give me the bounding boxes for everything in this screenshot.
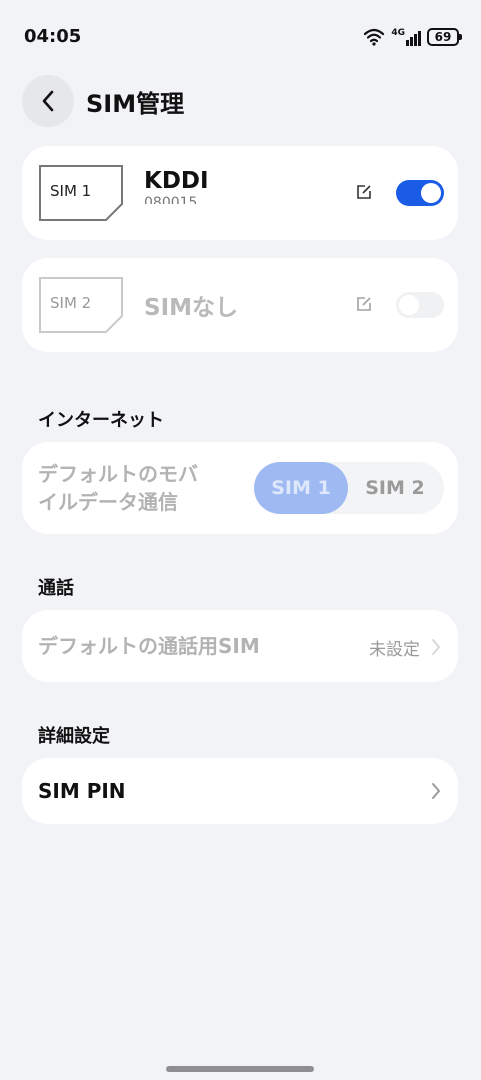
internet-section-title: インターネット bbox=[38, 410, 164, 431]
data-sim-selector: SIM 1 SIM 2 bbox=[254, 462, 444, 514]
default-data-label-line1: デフォルトのモバ bbox=[38, 462, 198, 486]
default-call-sim-label: デフォルトの通話用SIM bbox=[38, 634, 260, 658]
sim2-toggle bbox=[396, 292, 444, 318]
sim1-phone-number: 080015 bbox=[144, 196, 198, 204]
battery-level: 69 bbox=[434, 30, 452, 44]
sim1-card[interactable]: SIM 1 KDDI 080015 bbox=[22, 146, 458, 240]
data-sim2-option: SIM 2 bbox=[365, 477, 425, 499]
sim-pin-row[interactable]: SIM PIN bbox=[22, 758, 458, 824]
network-type-label: 4G bbox=[391, 28, 405, 38]
status-bar: 04:05 4G 69 bbox=[0, 0, 481, 70]
sim2-carrier-name: SIMなし bbox=[144, 295, 239, 321]
sim2-card-icon: SIM 2 bbox=[38, 276, 124, 334]
default-call-sim-value: 未設定 bbox=[369, 640, 420, 660]
sim1-slot-label: SIM 1 bbox=[50, 182, 92, 200]
sim2-card[interactable]: SIM 2 SIMなし bbox=[22, 258, 458, 352]
default-data-row: デフォルトのモバ イルデータ通信 SIM 1 SIM 2 bbox=[22, 442, 458, 534]
chevron-right-icon bbox=[432, 783, 440, 799]
sim1-card-icon: SIM 1 bbox=[38, 164, 124, 222]
page-title: SIM管理 bbox=[86, 89, 185, 118]
signal-icon: 4G bbox=[391, 28, 421, 46]
default-call-sim-row: デフォルトの通話用SIM 未設定 bbox=[22, 610, 458, 682]
default-data-label-line2: イルデータ通信 bbox=[38, 490, 178, 514]
sim1-carrier-name: KDDI bbox=[144, 168, 209, 194]
sim1-toggle[interactable] bbox=[396, 180, 444, 206]
battery-icon: 69 bbox=[427, 28, 462, 46]
wifi-icon bbox=[364, 28, 385, 46]
sim1-edit-icon[interactable] bbox=[356, 184, 372, 200]
advanced-section-title: 詳細設定 bbox=[38, 726, 110, 747]
sim-pin-label: SIM PIN bbox=[38, 779, 126, 803]
header: SIM管理 bbox=[22, 74, 184, 128]
status-icons: 4G 69 bbox=[363, 26, 462, 48]
data-sim1-option: SIM 1 bbox=[254, 462, 348, 514]
home-indicator[interactable] bbox=[166, 1066, 314, 1072]
back-arrow-icon bbox=[42, 90, 54, 112]
status-time: 04:05 bbox=[24, 26, 82, 47]
back-button[interactable] bbox=[22, 75, 74, 127]
sim2-slot-label: SIM 2 bbox=[50, 294, 92, 312]
chevron-right-icon bbox=[432, 639, 440, 655]
sim2-edit-icon bbox=[357, 297, 371, 311]
calls-section-title: 通話 bbox=[38, 578, 74, 599]
